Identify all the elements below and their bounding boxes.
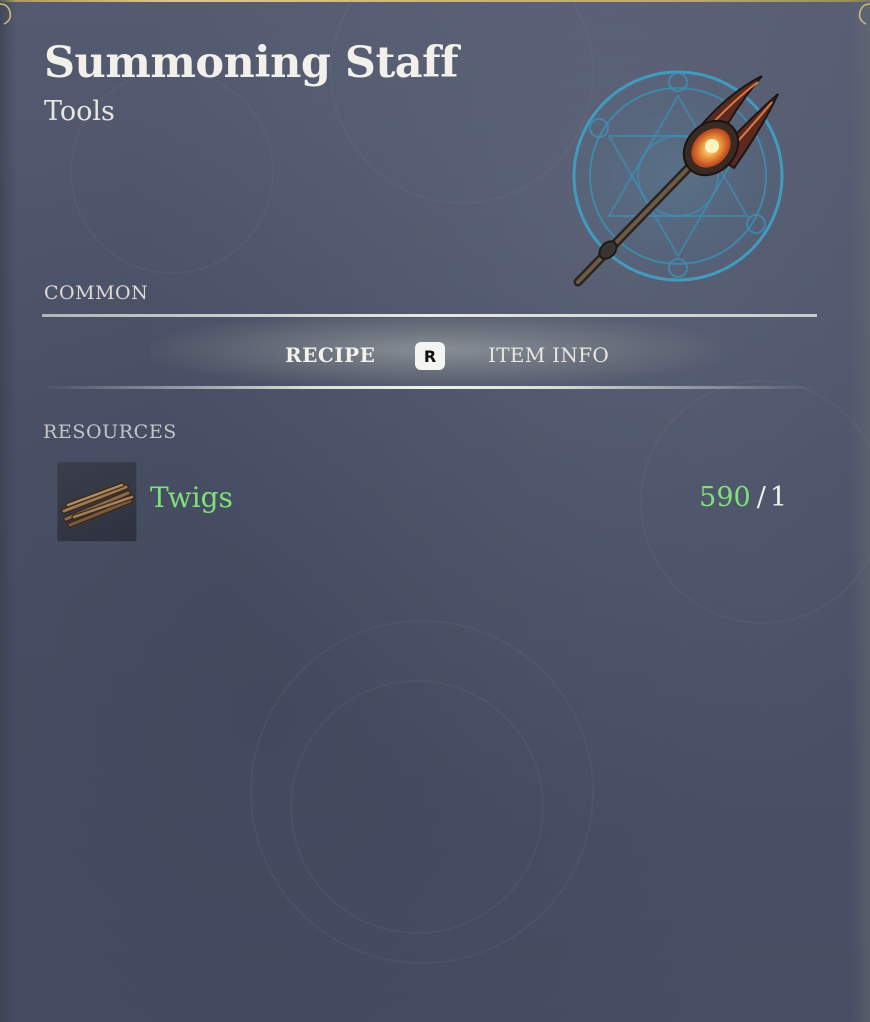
summoning-staff-icon [572, 70, 784, 287]
item-category: Tools [44, 96, 115, 127]
switch-tab-key-hint: R [415, 342, 445, 370]
resource-need-count: 1 [769, 482, 787, 513]
item-rarity: COMMON [44, 282, 149, 304]
resource-row: Twigs 590/1 [57, 462, 797, 542]
frame-corner-ornament [0, 3, 12, 25]
background-rune-circle [330, 0, 594, 204]
background-rune-circle [290, 680, 544, 934]
item-tooltip-panel: Summoning Staff Tools COMMON RECIPE R IT… [0, 0, 870, 1022]
panel-left-shade [0, 0, 16, 1022]
divider-line [42, 314, 817, 317]
resource-have-count: 590 [699, 482, 751, 513]
tab-recipe[interactable]: RECIPE [285, 343, 375, 367]
resource-count: 590/1 [699, 482, 787, 513]
divider-line [42, 386, 817, 389]
resources-heading: RESOURCES [43, 421, 177, 443]
item-title: Summoning Staff [44, 38, 459, 88]
resource-count-separator: / [756, 482, 766, 513]
tab-item-info[interactable]: ITEM INFO [488, 343, 609, 367]
resource-name: Twigs [150, 481, 233, 514]
twigs-icon [57, 462, 137, 542]
frame-corner-ornament [858, 3, 870, 25]
